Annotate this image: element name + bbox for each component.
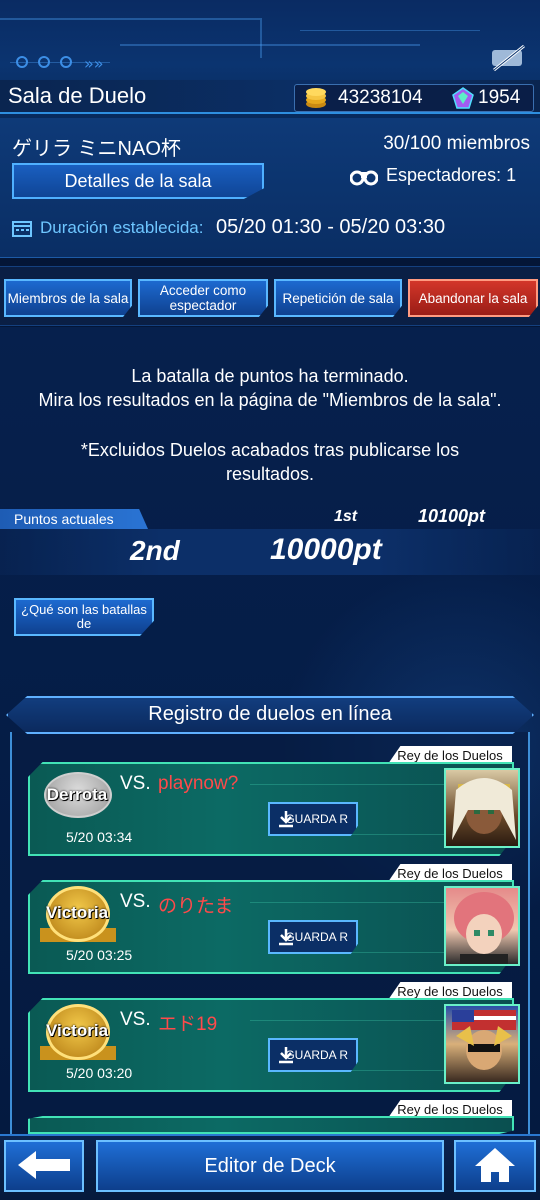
opponent-avatar [444,886,520,966]
coin-icon [304,86,328,110]
entry-mode-tag: Rey de los Duelos [388,864,512,882]
result-badge: Victoria [45,1021,109,1040]
room-details-button[interactable]: Detalles de la sala [12,163,264,199]
gem-amount: 1954 [478,87,521,108]
duel-log-title: Registro de duelos en línea [148,703,392,725]
result-badge: Derrota [46,785,108,804]
result-badge: Victoria [45,903,109,922]
vs-label: VS. [120,1009,151,1030]
download-icon [276,1045,296,1065]
spectate-button[interactable]: Acceder como espectador [138,279,268,317]
binoculars-icon [349,166,379,186]
back-arrow-icon [14,1150,74,1184]
spectator-count: Espectadores: 1 [386,165,517,185]
deck-editor-button[interactable]: Editor de Deck [96,1140,444,1192]
home-button[interactable] [454,1140,536,1192]
message-line-3: *Excluidos Duelos acabados tras publicar… [80,440,460,460]
message-line-2: Mira los resultados en la página de "Mie… [38,390,502,410]
duration-label: Duración establecida: [40,218,204,237]
first-rank-label: 1st [334,508,358,525]
opponent-name: のりたま [158,896,234,917]
room-replay-button[interactable]: Repetición de sala [274,279,402,317]
message-line-1: La batalla de puntos ha terminado. [131,366,409,386]
download-icon [276,809,296,829]
back-button[interactable] [4,1140,84,1192]
duel-date: 5/20 03:34 [66,829,133,845]
point-battle-help-button[interactable]: ¿Qué son las batallas de [14,598,154,636]
calendar-icon [12,219,32,237]
download-icon [276,927,296,947]
my-rank: 2nd [130,535,180,566]
page-title: Sala de Duelo [8,83,147,108]
opponent-name: playnow? [158,773,239,794]
duel-log-entry[interactable] [28,1116,514,1134]
vs-label: VS. [120,891,151,912]
room-members-button[interactable]: Miembros de la sala [4,279,132,317]
entry-mode-tag: Rey de los Duelos [388,1100,512,1118]
room-name: ゲリラ ミニNAO杯 [12,138,181,160]
vs-label: VS. [120,773,151,794]
my-points: 10000pt [270,533,382,566]
first-rank-points: 10100pt [418,506,486,526]
entry-mode-tag: Rey de los Duelos [388,982,512,1000]
mute-icon[interactable] [488,42,530,74]
opponent-avatar [444,1004,520,1084]
current-points-label: Puntos actuales [14,511,114,527]
opponent-avatar [444,768,520,848]
duel-date: 5/20 03:20 [66,1065,133,1081]
message-line-4: resultados. [225,464,315,484]
duel-date: 5/20 03:25 [66,947,133,963]
duration-value: 05/20 01:30 - 05/20 03:30 [216,216,446,238]
gem-icon [452,87,474,109]
entry-mode-tag: Rey de los Duelos [388,746,512,764]
leave-room-button[interactable]: Abandonar la sala [408,279,538,317]
home-icon [473,1147,517,1187]
member-count: 30/100 miembros [383,133,530,154]
gold-amount: 43238104 [338,87,423,108]
opponent-name: エド19 [158,1014,218,1035]
